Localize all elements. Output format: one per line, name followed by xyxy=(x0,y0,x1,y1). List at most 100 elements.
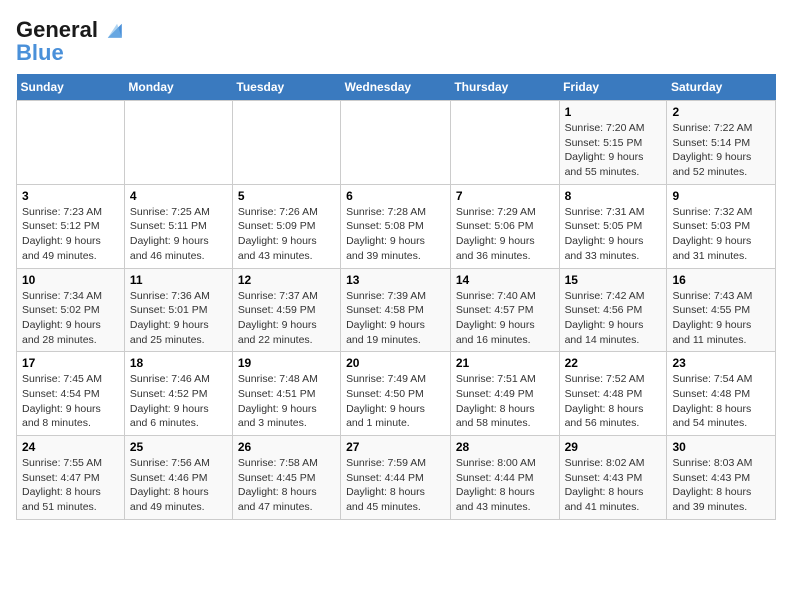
calendar-day-cell: 26Sunrise: 7:58 AM Sunset: 4:45 PM Dayli… xyxy=(232,436,340,520)
day-info: Sunrise: 7:56 AM Sunset: 4:46 PM Dayligh… xyxy=(130,456,227,515)
day-number: 15 xyxy=(565,273,662,287)
day-info: Sunrise: 7:25 AM Sunset: 5:11 PM Dayligh… xyxy=(130,205,227,264)
day-info: Sunrise: 7:55 AM Sunset: 4:47 PM Dayligh… xyxy=(22,456,119,515)
day-number: 28 xyxy=(456,440,554,454)
day-number: 3 xyxy=(22,189,119,203)
weekday-header-cell: Tuesday xyxy=(232,74,340,101)
calendar-day-cell xyxy=(124,101,232,185)
day-number: 12 xyxy=(238,273,335,287)
day-number: 16 xyxy=(672,273,770,287)
calendar-table: SundayMondayTuesdayWednesdayThursdayFrid… xyxy=(16,74,776,520)
day-number: 1 xyxy=(565,105,662,119)
calendar-day-cell: 19 Sunrise: 7:48 AM Sunset: 4:51 PM Dayli… xyxy=(232,352,340,436)
calendar-day-cell: 11 Sunrise: 7:36 AM Sunset: 5:01 PM Dayli… xyxy=(124,268,232,352)
weekday-header-row: SundayMondayTuesdayWednesdayThursdayFrid… xyxy=(17,74,776,101)
day-info: Sunrise: 7:32 AM Sunset: 5:03 PM Dayligh… xyxy=(672,205,770,264)
day-info: Sunrise: 7:46 AM Sunset: 4:52 PM Dayligh… xyxy=(130,372,227,431)
calendar-week-row: 1 Sunrise: 7:20 AM Sunset: 5:15 PM Daylig… xyxy=(17,101,776,185)
day-number: 11 xyxy=(130,273,227,287)
day-info: Sunrise: 7:29 AM Sunset: 5:06 PM Dayligh… xyxy=(456,205,554,264)
day-info: Sunrise: 7:52 AM Sunset: 4:48 PM Dayligh… xyxy=(565,372,662,431)
day-info: Sunrise: 8:02 AM Sunset: 4:43 PM Dayligh… xyxy=(565,456,662,515)
calendar-day-cell: 29 Sunrise: 8:02 AM Sunset: 4:43 PM Dayli… xyxy=(559,436,667,520)
weekday-header-cell: Wednesday xyxy=(341,74,451,101)
day-number: 8 xyxy=(565,189,662,203)
weekday-header-cell: Sunday xyxy=(17,74,125,101)
calendar-week-row: 17 Sunrise: 7:45 AM Sunset: 4:54 PM Dayli… xyxy=(17,352,776,436)
calendar-day-cell: 3 Sunrise: 7:23 AM Sunset: 5:12 PM Daylig… xyxy=(17,184,125,268)
calendar-day-cell: 25 Sunrise: 7:56 AM Sunset: 4:46 PM Dayli… xyxy=(124,436,232,520)
weekday-header-cell: Saturday xyxy=(667,74,776,101)
day-info: Sunrise: 7:49 AM Sunset: 4:50 PM Dayligh… xyxy=(346,372,445,431)
calendar-day-cell xyxy=(341,101,451,185)
page-header: General Blue xyxy=(16,16,776,66)
day-info: Sunrise: 7:42 AM Sunset: 4:56 PM Dayligh… xyxy=(565,289,662,348)
calendar-day-cell: 27 Sunrise: 7:59 AM Sunset: 4:44 PM Dayli… xyxy=(341,436,451,520)
day-number: 25 xyxy=(130,440,227,454)
day-info: Sunrise: 8:03 AM Sunset: 4:43 PM Dayligh… xyxy=(672,456,770,515)
day-number: 17 xyxy=(22,356,119,370)
calendar-week-row: 3 Sunrise: 7:23 AM Sunset: 5:12 PM Daylig… xyxy=(17,184,776,268)
day-number: 4 xyxy=(130,189,227,203)
day-number: 13 xyxy=(346,273,445,287)
day-info: Sunrise: 7:31 AM Sunset: 5:05 PM Dayligh… xyxy=(565,205,662,264)
day-number: 21 xyxy=(456,356,554,370)
day-info: Sunrise: 8:00 AM Sunset: 4:44 PM Dayligh… xyxy=(456,456,554,515)
day-info: Sunrise: 7:40 AM Sunset: 4:57 PM Dayligh… xyxy=(456,289,554,348)
day-info: Sunrise: 7:45 AM Sunset: 4:54 PM Dayligh… xyxy=(22,372,119,431)
calendar-day-cell: 22 Sunrise: 7:52 AM Sunset: 4:48 PM Dayli… xyxy=(559,352,667,436)
day-number: 29 xyxy=(565,440,662,454)
day-number: 2 xyxy=(672,105,770,119)
day-info: Sunrise: 7:48 AM Sunset: 4:51 PM Dayligh… xyxy=(238,372,335,431)
day-info: Sunrise: 7:39 AM Sunset: 4:58 PM Dayligh… xyxy=(346,289,445,348)
day-info: Sunrise: 7:23 AM Sunset: 5:12 PM Dayligh… xyxy=(22,205,119,264)
logo-icon xyxy=(100,16,128,44)
calendar-day-cell: 6Sunrise: 7:28 AM Sunset: 5:08 PM Daylig… xyxy=(341,184,451,268)
day-number: 10 xyxy=(22,273,119,287)
calendar-day-cell: 10Sunrise: 7:34 AM Sunset: 5:02 PM Dayli… xyxy=(17,268,125,352)
day-number: 30 xyxy=(672,440,770,454)
calendar-day-cell: 18 Sunrise: 7:46 AM Sunset: 4:52 PM Dayli… xyxy=(124,352,232,436)
calendar-day-cell: 21 Sunrise: 7:51 AM Sunset: 4:49 PM Dayli… xyxy=(450,352,559,436)
day-info: Sunrise: 7:37 AM Sunset: 4:59 PM Dayligh… xyxy=(238,289,335,348)
day-info: Sunrise: 7:54 AM Sunset: 4:48 PM Dayligh… xyxy=(672,372,770,431)
day-info: Sunrise: 7:43 AM Sunset: 4:55 PM Dayligh… xyxy=(672,289,770,348)
calendar-body: 1 Sunrise: 7:20 AM Sunset: 5:15 PM Daylig… xyxy=(17,101,776,520)
logo: General Blue xyxy=(16,16,128,66)
day-number: 9 xyxy=(672,189,770,203)
calendar-day-cell: 14Sunrise: 7:40 AM Sunset: 4:57 PM Dayli… xyxy=(450,268,559,352)
day-info: Sunrise: 7:28 AM Sunset: 5:08 PM Dayligh… xyxy=(346,205,445,264)
calendar-day-cell: 13 Sunrise: 7:39 AM Sunset: 4:58 PM Dayli… xyxy=(341,268,451,352)
calendar-day-cell: 5 Sunrise: 7:26 AM Sunset: 5:09 PM Daylig… xyxy=(232,184,340,268)
day-number: 5 xyxy=(238,189,335,203)
day-number: 22 xyxy=(565,356,662,370)
weekday-header-cell: Friday xyxy=(559,74,667,101)
calendar-day-cell: 9 Sunrise: 7:32 AM Sunset: 5:03 PM Daylig… xyxy=(667,184,776,268)
day-number: 26 xyxy=(238,440,335,454)
day-number: 20 xyxy=(346,356,445,370)
logo-text: General xyxy=(16,18,98,42)
calendar-day-cell: 2 Sunrise: 7:22 AM Sunset: 5:14 PM Daylig… xyxy=(667,101,776,185)
calendar-day-cell xyxy=(450,101,559,185)
calendar-day-cell xyxy=(232,101,340,185)
calendar-day-cell: 30 Sunrise: 8:03 AM Sunset: 4:43 PM Dayli… xyxy=(667,436,776,520)
day-info: Sunrise: 7:22 AM Sunset: 5:14 PM Dayligh… xyxy=(672,121,770,180)
day-info: Sunrise: 7:26 AM Sunset: 5:09 PM Dayligh… xyxy=(238,205,335,264)
weekday-header-cell: Monday xyxy=(124,74,232,101)
calendar-week-row: 10Sunrise: 7:34 AM Sunset: 5:02 PM Dayli… xyxy=(17,268,776,352)
calendar-day-cell: 15 Sunrise: 7:42 AM Sunset: 4:56 PM Dayli… xyxy=(559,268,667,352)
day-number: 24 xyxy=(22,440,119,454)
calendar-day-cell: 23Sunrise: 7:54 AM Sunset: 4:48 PM Dayli… xyxy=(667,352,776,436)
day-number: 19 xyxy=(238,356,335,370)
day-info: Sunrise: 7:59 AM Sunset: 4:44 PM Dayligh… xyxy=(346,456,445,515)
day-info: Sunrise: 7:20 AM Sunset: 5:15 PM Dayligh… xyxy=(565,121,662,180)
day-number: 27 xyxy=(346,440,445,454)
day-number: 18 xyxy=(130,356,227,370)
calendar-day-cell: 28 Sunrise: 8:00 AM Sunset: 4:44 PM Dayli… xyxy=(450,436,559,520)
day-info: Sunrise: 7:36 AM Sunset: 5:01 PM Dayligh… xyxy=(130,289,227,348)
day-info: Sunrise: 7:51 AM Sunset: 4:49 PM Dayligh… xyxy=(456,372,554,431)
calendar-day-cell: 17 Sunrise: 7:45 AM Sunset: 4:54 PM Dayli… xyxy=(17,352,125,436)
day-number: 7 xyxy=(456,189,554,203)
calendar-day-cell xyxy=(17,101,125,185)
calendar-week-row: 24 Sunrise: 7:55 AM Sunset: 4:47 PM Dayli… xyxy=(17,436,776,520)
